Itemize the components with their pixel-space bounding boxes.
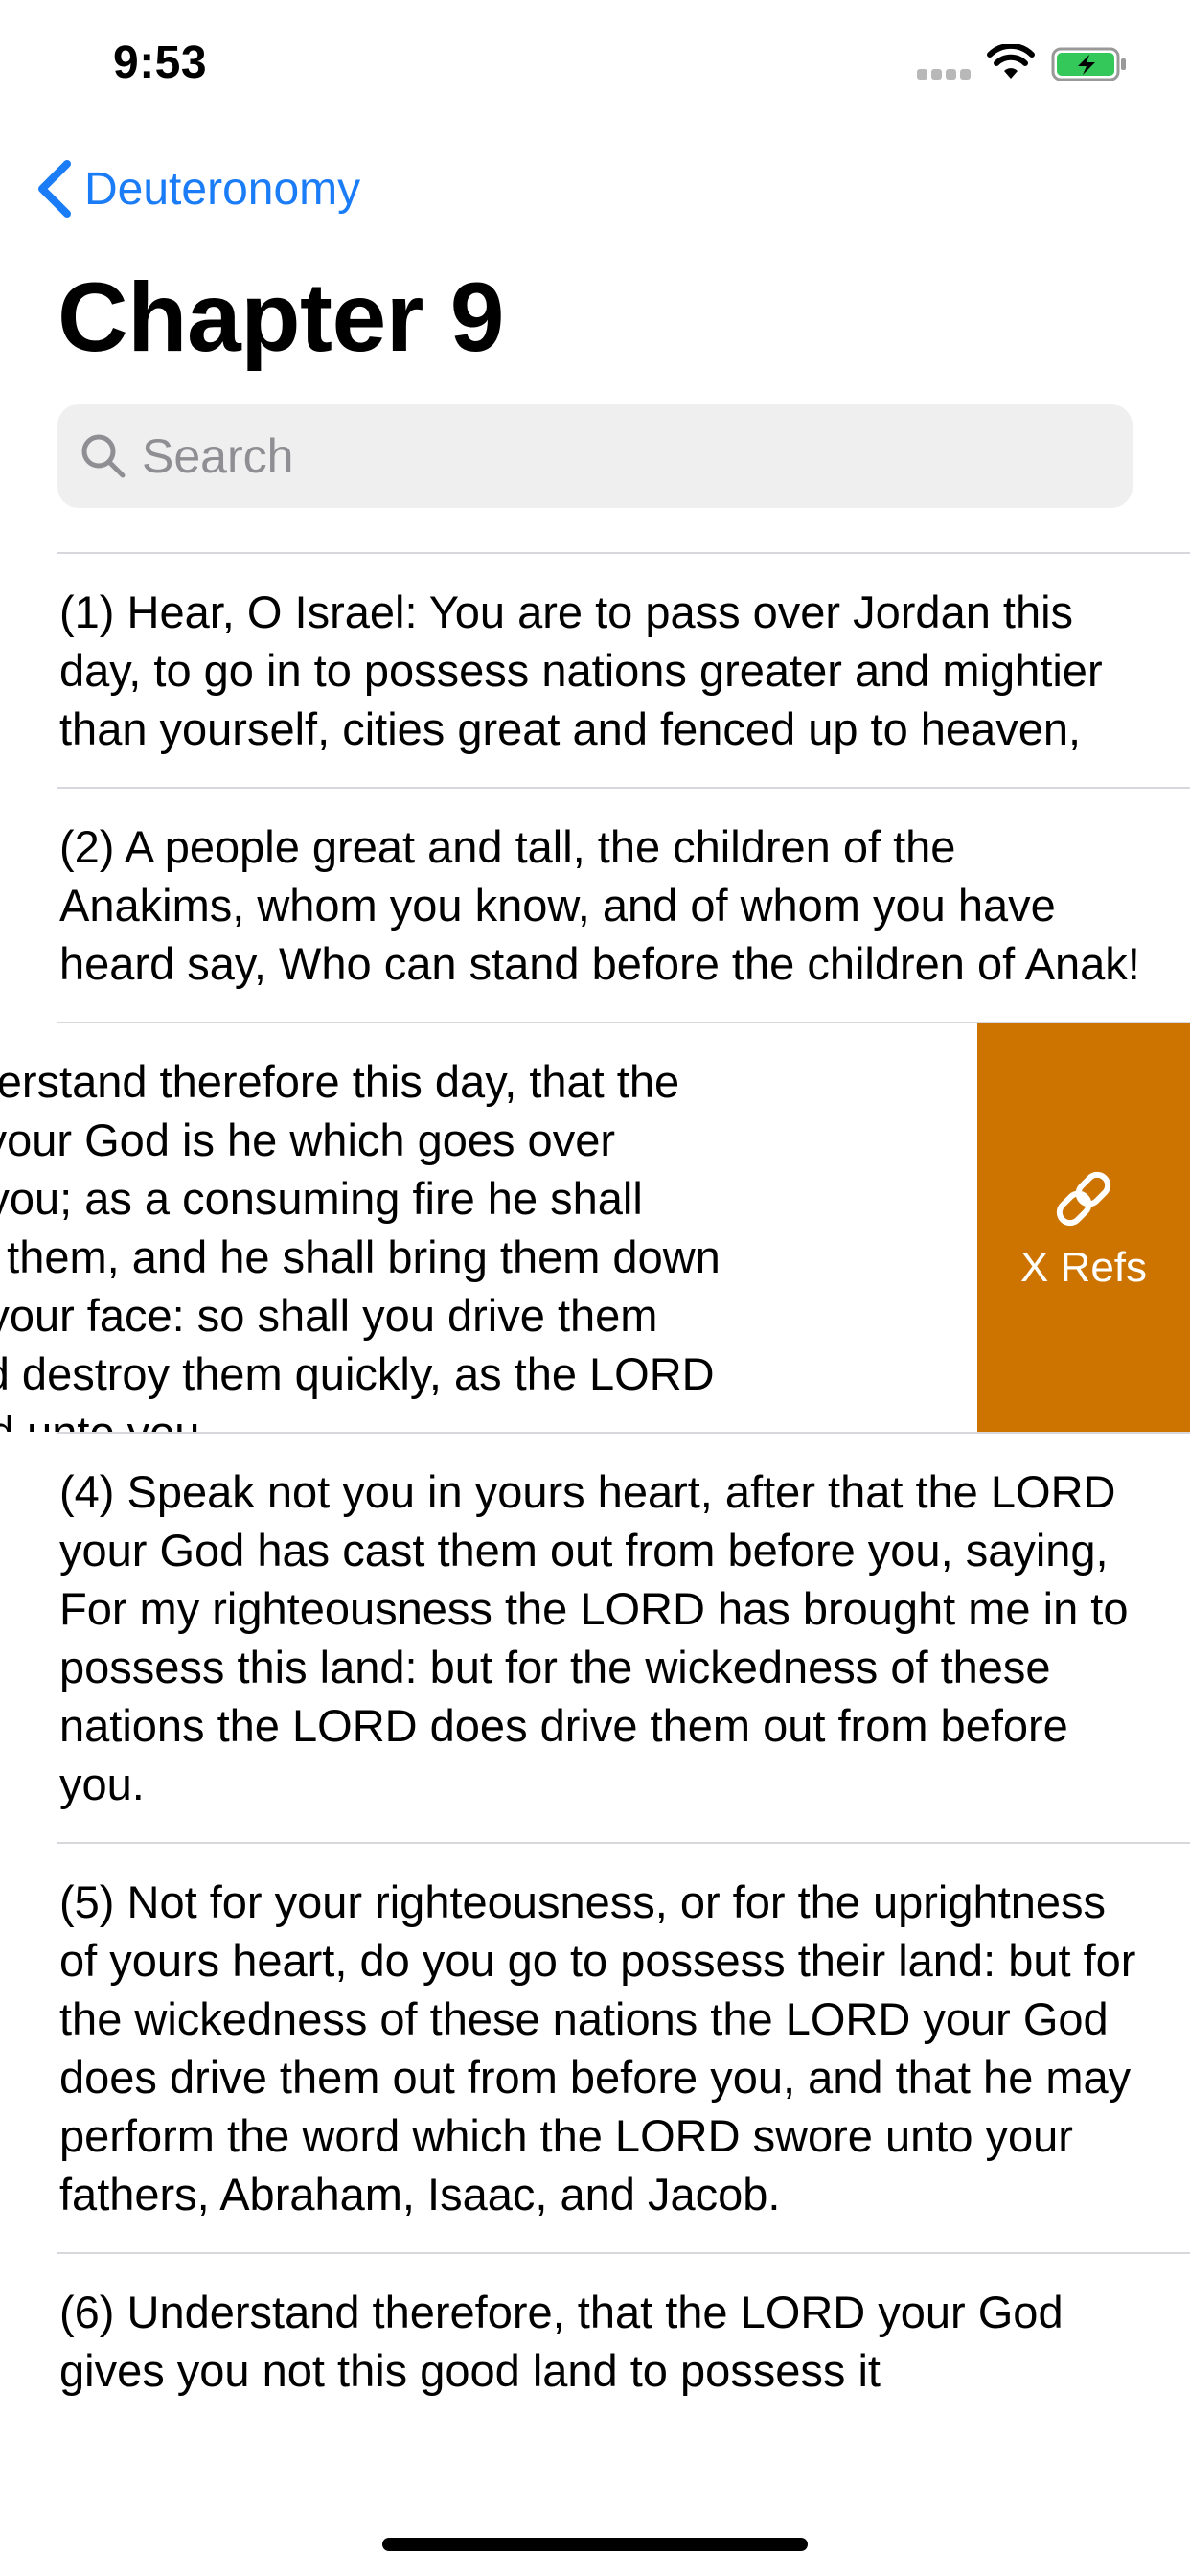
back-button[interactable]: Deuteronomy bbox=[34, 155, 360, 222]
cellular-signal-icon bbox=[917, 69, 971, 80]
verse-text: (5) Not for your righteousness, or for t… bbox=[59, 1876, 1136, 2220]
verse-text: (3) Understand therefore this day, that … bbox=[0, 1056, 721, 1432]
search-icon bbox=[81, 434, 126, 478]
battery-charging-icon bbox=[1051, 47, 1126, 81]
search-bar[interactable] bbox=[57, 404, 1133, 508]
verse-text: (6) Understand therefore, that the LORD … bbox=[59, 2287, 1064, 2396]
swipe-action-label: X Refs bbox=[1019, 1244, 1148, 1291]
screen: 9:53 Deuteronomy Chapter 9 Search (1) He… bbox=[0, 0, 1190, 2576]
verse-row-5[interactable]: (5) Not for your righteousness, or for t… bbox=[0, 1844, 1190, 2252]
verse-row-6[interactable]: (6) Understand therefore, that the LORD … bbox=[0, 2254, 1190, 2428]
home-indicator[interactable] bbox=[382, 2538, 808, 2551]
verse-row-1[interactable]: (1) Hear, O Israel: You are to pass over… bbox=[0, 554, 1190, 787]
verse-text: (2) A people great and tall, the childre… bbox=[59, 821, 1140, 989]
verse-text: (1) Hear, O Israel: You are to pass over… bbox=[59, 586, 1103, 754]
status-time: 9:53 bbox=[113, 37, 208, 88]
search-input[interactable] bbox=[142, 422, 1100, 491]
page-title: Chapter 9 bbox=[57, 263, 504, 372]
verse-row-4[interactable]: (4) Speak not you in yours heart, after … bbox=[0, 1434, 1190, 1842]
verse-list: (1) Hear, O Israel: You are to pass over… bbox=[0, 552, 1190, 2428]
chevron-left-icon bbox=[38, 160, 71, 218]
status-bar: 9:53 bbox=[0, 0, 1190, 125]
verse-row-2[interactable]: (2) A people great and tall, the childre… bbox=[0, 789, 1190, 1022]
verse-row-3[interactable]: (3) Understand therefore this day, that … bbox=[0, 1024, 1190, 1432]
wifi-icon bbox=[987, 44, 1035, 79]
back-label: Deuteronomy bbox=[84, 163, 361, 215]
verse-text: (4) Speak not you in yours heart, after … bbox=[59, 1466, 1129, 1809]
link-icon bbox=[1056, 1171, 1111, 1227]
cross-references-button[interactable]: X Refs bbox=[977, 1024, 1190, 1432]
